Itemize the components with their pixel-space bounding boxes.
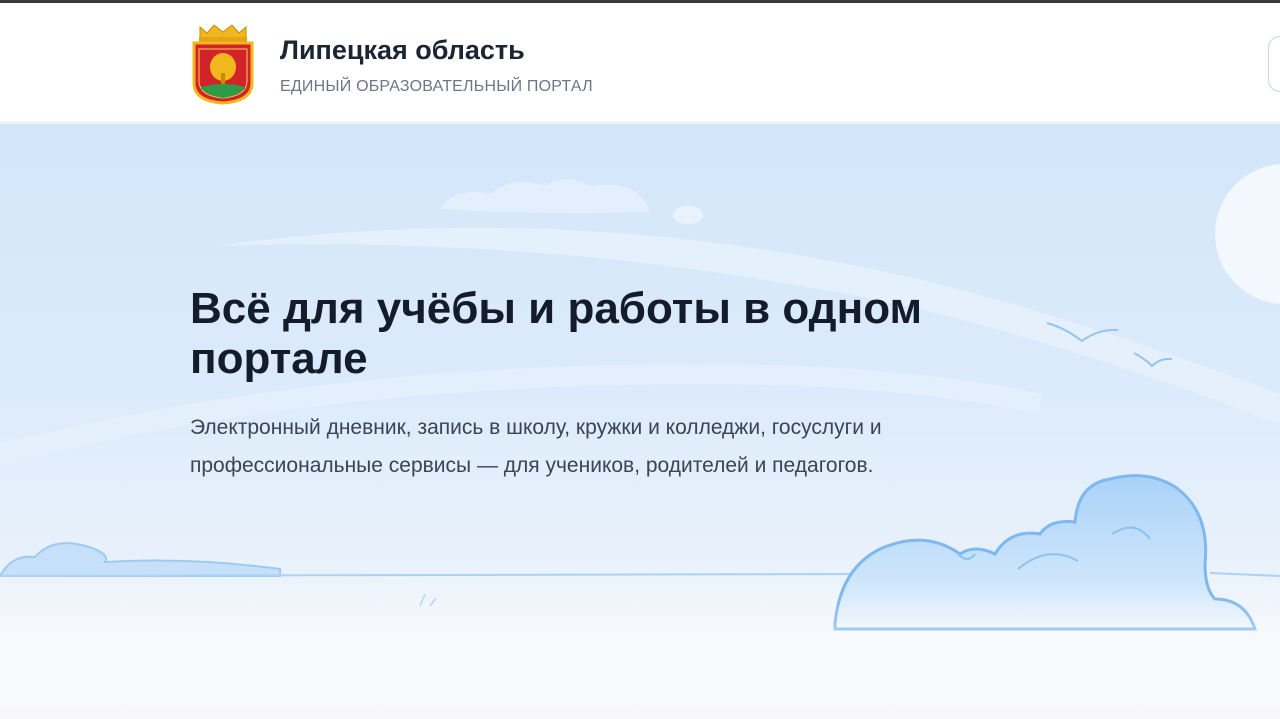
sun-shape: [1215, 164, 1280, 304]
header-action-button[interactable]: [1268, 36, 1280, 92]
region-title: Липецкая область: [280, 35, 525, 65]
hero-title: Всё для учёбы и работы в одном портале: [190, 284, 923, 383]
coat-of-arms-icon: [192, 24, 254, 105]
home-logo-link[interactable]: Липецкая область ЕДИНЫЙ ОБРАЗОВАТЕЛЬНЫЙ …: [190, 23, 660, 105]
hero-section: Всё для учёбы и работы в одном портале Э…: [0, 124, 1280, 719]
portal-subtitle: ЕДИНЫЙ ОБРАЗОВАТЕЛЬНЫЙ ПОРТАЛ: [280, 78, 593, 95]
hero-description: Электронный дневник, запись в школу, кру…: [190, 416, 882, 477]
site-header: Липецкая область ЕДИНЫЙ ОБРАЗОВАТЕЛЬНЫЙ …: [0, 3, 1280, 123]
